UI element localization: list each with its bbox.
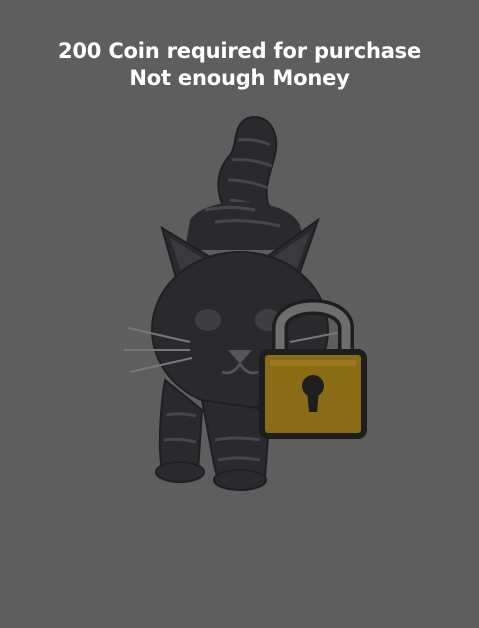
locked-item-screen: 200 Coin required for purchase Not enoug… <box>0 0 479 628</box>
purchase-message: 200 Coin required for purchase Not enoug… <box>0 38 479 92</box>
coin-required-text: 200 Coin required for purchase <box>57 39 422 63</box>
locked-item-illustration <box>124 116 367 491</box>
not-enough-money-text: Not enough Money <box>129 66 350 90</box>
